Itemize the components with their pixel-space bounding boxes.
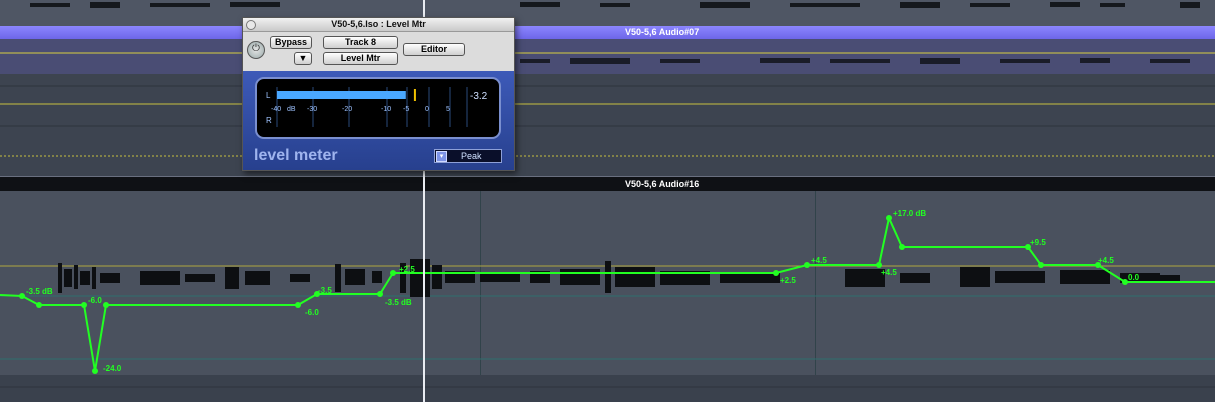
automation-node[interactable] [377, 291, 383, 297]
automation-node[interactable] [1038, 262, 1044, 268]
level-meter-graph: L R -40 dB -30 -20 -10 -5 0 5 -3.2 [266, 87, 488, 127]
bypass-button[interactable]: Bypass [270, 36, 312, 49]
region-name-audio07: V50-5,6 Audio#07 [625, 27, 700, 37]
automation-node[interactable] [92, 368, 98, 374]
plugin-brand-label: level meter [254, 147, 338, 164]
automation-label: +17.0 dB [893, 209, 926, 218]
plugin-titlebar[interactable]: V50-5,6.Iso : Level Mtr [243, 18, 514, 32]
automation-label: +4.5 [811, 256, 827, 265]
automation-node[interactable] [899, 244, 905, 250]
automation-node[interactable] [81, 302, 87, 308]
waveform-audio07 [0, 52, 1215, 64]
automation-node[interactable] [804, 262, 810, 268]
meter-display: L R -40 dB -30 -20 -10 -5 0 5 -3.2 [255, 77, 501, 139]
triangle-down-icon: ▼ [298, 53, 308, 63]
automation-label: -3.5 [318, 286, 332, 295]
peak-marker-left [413, 89, 416, 101]
automation-node[interactable] [773, 270, 779, 276]
automation-label: +4.5 [1098, 256, 1114, 265]
level-bar-left [277, 91, 406, 99]
automation-label: +4.5 [881, 268, 897, 277]
automation-label: -6.0 [305, 308, 319, 317]
automation-label: -24.0 [103, 364, 122, 373]
automation-label: +2.5 [399, 265, 415, 274]
editor-button[interactable]: Editor [403, 43, 465, 56]
automation-node[interactable] [103, 302, 109, 308]
track-lane-grid [0, 85, 1215, 157]
meter-scale-label: dB [287, 106, 296, 113]
meter-scale-label: -30 [307, 106, 317, 113]
track-selector[interactable]: Track 8 [323, 36, 398, 49]
mode-select-value: Peak [461, 151, 482, 161]
automation-label: -6.0 [88, 296, 102, 305]
meter-scale-label: -20 [342, 106, 352, 113]
meter-panel: L R -40 dB -30 -20 -10 -5 0 5 -3.2 level meter … [243, 71, 514, 170]
meter-scale-label: -40 [271, 106, 281, 113]
automation-label: 0.0 [1128, 273, 1140, 282]
waveform-top [30, 2, 1200, 8]
automation-label: -3.5 dB [385, 298, 412, 307]
bottom-lane-grid [0, 386, 1215, 388]
region-header-audio16[interactable]: V50-5,6 Audio#16 [0, 176, 1215, 192]
automation-node[interactable] [295, 302, 301, 308]
plugin-window-level-meter: V50-5,6.Iso : Level Mtr ⏻ Bypass ▼ Track… [242, 17, 515, 171]
automation-label: +2.5 [780, 276, 796, 285]
power-icon[interactable]: ⏻ [247, 41, 265, 59]
peak-readout: -3.2 [470, 91, 488, 102]
automation-node[interactable] [19, 293, 25, 299]
meter-scale-label: -5 [403, 106, 409, 113]
region-header-audio07[interactable]: V50-5,6 Audio#07 [0, 26, 1215, 39]
chevron-down-icon: ▾ [436, 151, 447, 162]
automation-node[interactable] [390, 270, 396, 276]
meter-scale-label: 5 [446, 106, 450, 113]
region-name-audio16: V50-5,6 Audio#16 [625, 179, 700, 189]
channel-label-left: L [266, 91, 271, 100]
plugin-selector[interactable]: Level Mtr [323, 52, 398, 65]
mode-select[interactable]: ▾ Peak [434, 149, 502, 163]
volume-automation[interactable]: -3.5 dB -6.0 -24.0 -6.0 -3.5 +2.5 -3.5 d… [0, 191, 1215, 375]
automation-label: -3.5 dB [26, 287, 53, 296]
plugin-title: V50-5,6.Iso : Level Mtr [331, 19, 426, 29]
meter-scale-label: 0 [425, 106, 429, 113]
meter-scale-label: -10 [381, 106, 391, 113]
automation-label: +9.5 [1030, 238, 1046, 247]
channel-label-right: R [266, 116, 272, 125]
automation-node[interactable] [886, 215, 892, 221]
settings-menu-button[interactable]: ▼ [294, 52, 312, 65]
automation-node[interactable] [36, 302, 42, 308]
